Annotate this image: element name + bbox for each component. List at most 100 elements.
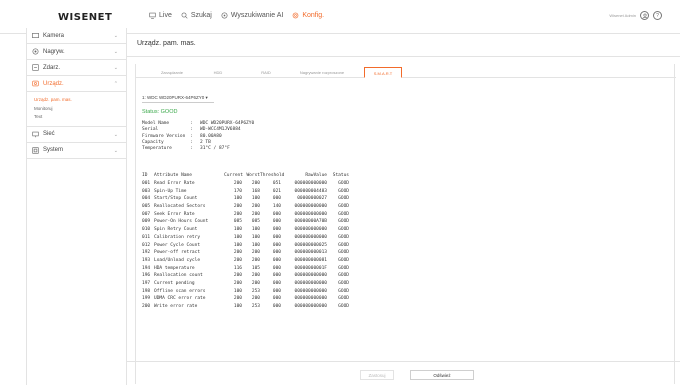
table-cell: 000000004483 (294, 188, 327, 194)
table-cell: Read Error Rate (154, 181, 195, 187)
nav-live-label: Live (159, 12, 172, 19)
user-icon[interactable] (640, 11, 649, 20)
table-cell: GOOD (338, 188, 349, 194)
table-cell: Load/Unload cycle (154, 257, 201, 263)
table-cell: GOOD (338, 280, 349, 286)
chevron-up-icon: ⌃ (113, 81, 118, 87)
table-cell: Calibration retry (154, 234, 201, 240)
table-cell: 197 (142, 280, 151, 286)
table-cell: 200 (251, 250, 260, 256)
table-cell: 200 (233, 204, 242, 210)
table-cell: Spin-Up Time (154, 188, 187, 194)
main-content: Urządz. pam. mas. Zarządzanie HDD RAID N… (127, 28, 680, 385)
table-cell: 001 (142, 181, 151, 187)
table-cell: 200 (251, 257, 260, 263)
help-icon[interactable]: ? (653, 11, 662, 20)
nav-live[interactable]: Live (149, 12, 172, 19)
table-cell: 000000000000 (294, 296, 327, 302)
submenu-text[interactable]: Text (34, 113, 126, 122)
table-cell: GOOD (338, 250, 349, 256)
info-row: Temperature:31°C / 87°F (142, 146, 230, 152)
nav-search[interactable]: Szukaj (181, 12, 212, 19)
smart-status: Status: GOOD (142, 109, 178, 115)
table-cell: 253 (251, 304, 260, 310)
table-row: 009 Power-On Hours Count 085 085 000 00000000… (142, 218, 349, 226)
table-row: 001 Read Error Rate 200 200 051 000000000000 G… (142, 180, 349, 188)
table-row: 193 Load/Unload cycle 200 200 000 00000000008… (142, 257, 349, 265)
table-cell: GOOD (338, 204, 349, 210)
table-cell: 010 (142, 227, 151, 233)
sidebar-item-camera[interactable]: Kamera ⌄ (27, 28, 126, 44)
table-cell: GOOD (338, 181, 349, 187)
monitor-icon (149, 12, 156, 19)
sidebar-item-device[interactable]: Urządz. ⌃ (27, 76, 126, 92)
table-row: 007 Seek Error Rate 200 200 000 000000000000 G… (142, 210, 349, 218)
table-cell: 200 (233, 273, 242, 279)
table-cell: GOOD (338, 288, 349, 294)
table-row: 004 Start/Stop Count 100 100 000 00000000027 G… (142, 195, 349, 203)
apply-button[interactable]: Zastosuj (360, 370, 394, 380)
table-cell: 100 (251, 227, 260, 233)
sidebar-item-network[interactable]: Sieć ⌄ (27, 127, 126, 143)
table-cell: 200 (251, 296, 260, 302)
table-cell: 200 (233, 296, 242, 302)
table-cell: Power-off retract (154, 250, 201, 256)
nav-ai-search-label: Wyszukiwanie AI (230, 12, 284, 19)
table-cell: 200 (251, 204, 260, 210)
table-cell: 000 (272, 196, 281, 202)
table-row: 003 Spin-Up Time 170 168 021 000000004483 GOOD (142, 187, 349, 195)
tab-distributed-recording[interactable]: Nagrywanie rozproszone (288, 67, 356, 78)
table-cell: GOOD (338, 242, 349, 248)
table-cell: 198 (142, 288, 151, 294)
table-cell: GOOD (338, 227, 349, 233)
table-cell: Seek Error Rate (154, 211, 195, 217)
sidebar-item-record[interactable]: Nagryw. ⌄ (27, 44, 126, 60)
table-cell: 000 (272, 257, 281, 263)
table-cell: 000000000000 (294, 204, 327, 210)
drive-info: Model Name: WDC WD20PURX-64P6ZY0 Serial: W… (142, 121, 254, 152)
table-cell: UDMA CRC error rate (154, 296, 206, 302)
device-submenu: Urządz. pam. mas. Monitoruj Text (27, 92, 126, 127)
table-cell: 004 (142, 196, 151, 202)
tab-management[interactable]: Zarządzanie (150, 67, 194, 78)
sidebar-item-system[interactable]: System ⌄ (27, 143, 126, 159)
submenu-storage[interactable]: Urządz. pam. mas. (34, 96, 126, 105)
chevron-down-icon: ⌄ (113, 131, 118, 138)
nav-search-label: Szukaj (190, 12, 212, 19)
table-cell: 00000000027 (297, 196, 327, 202)
drive-select[interactable]: 1: WDC WD20PURX-64P6ZY0 ▾ (142, 95, 214, 103)
table-cell: 00000000001F (294, 265, 327, 271)
table-cell: 000 (272, 265, 281, 271)
nav-ai-search[interactable]: Wyszukiwanie AI (221, 12, 283, 19)
table-cell: 012 (142, 242, 151, 248)
table-cell: 003 (142, 188, 151, 194)
submenu-monitor[interactable]: Monitoruj (34, 105, 126, 114)
gear-icon (292, 12, 299, 19)
tab-smart[interactable]: S.M.A.R.T (364, 67, 402, 78)
table-cell: 193 (142, 257, 151, 263)
storage-panel: Zarządzanie HDD RAID Nagrywanie rozprosz… (135, 64, 676, 384)
search-icon (181, 12, 188, 19)
tab-hdd[interactable]: HDD (208, 67, 228, 78)
table-cell: 200 (251, 181, 260, 187)
refresh-button[interactable]: Odśwież (410, 370, 474, 380)
table-row: 200 Write error rate 100 253 000 000000000000… (142, 303, 349, 311)
nav-config[interactable]: Konfig. (292, 12, 324, 19)
sidebar-item-event[interactable]: Zdarz. ⌄ (27, 60, 126, 76)
table-cell: 100 (233, 242, 242, 248)
table-cell: 200 (233, 211, 242, 217)
table-cell: 116 (233, 265, 242, 271)
table-cell: 000000000081 (294, 257, 327, 263)
tab-raid[interactable]: RAID (256, 67, 276, 78)
table-cell: 021 (272, 188, 281, 194)
table-cell: 194 (142, 265, 151, 271)
table-cell: 051 (272, 181, 281, 187)
table-cell: 000000000000 (294, 227, 327, 233)
smart-table: ID Attribute Name Current Worst Threshol… (142, 172, 349, 310)
table-cell: 170 (233, 188, 242, 194)
sidebar-item-label: Sieć (43, 131, 55, 137)
table-cell: 100 (251, 242, 260, 248)
table-row: 005 Reallocated Sectors 200 200 140 000000000… (142, 203, 349, 211)
table-cell: 011 (142, 234, 151, 240)
sidebar-item-label: Urządz. (43, 80, 64, 87)
